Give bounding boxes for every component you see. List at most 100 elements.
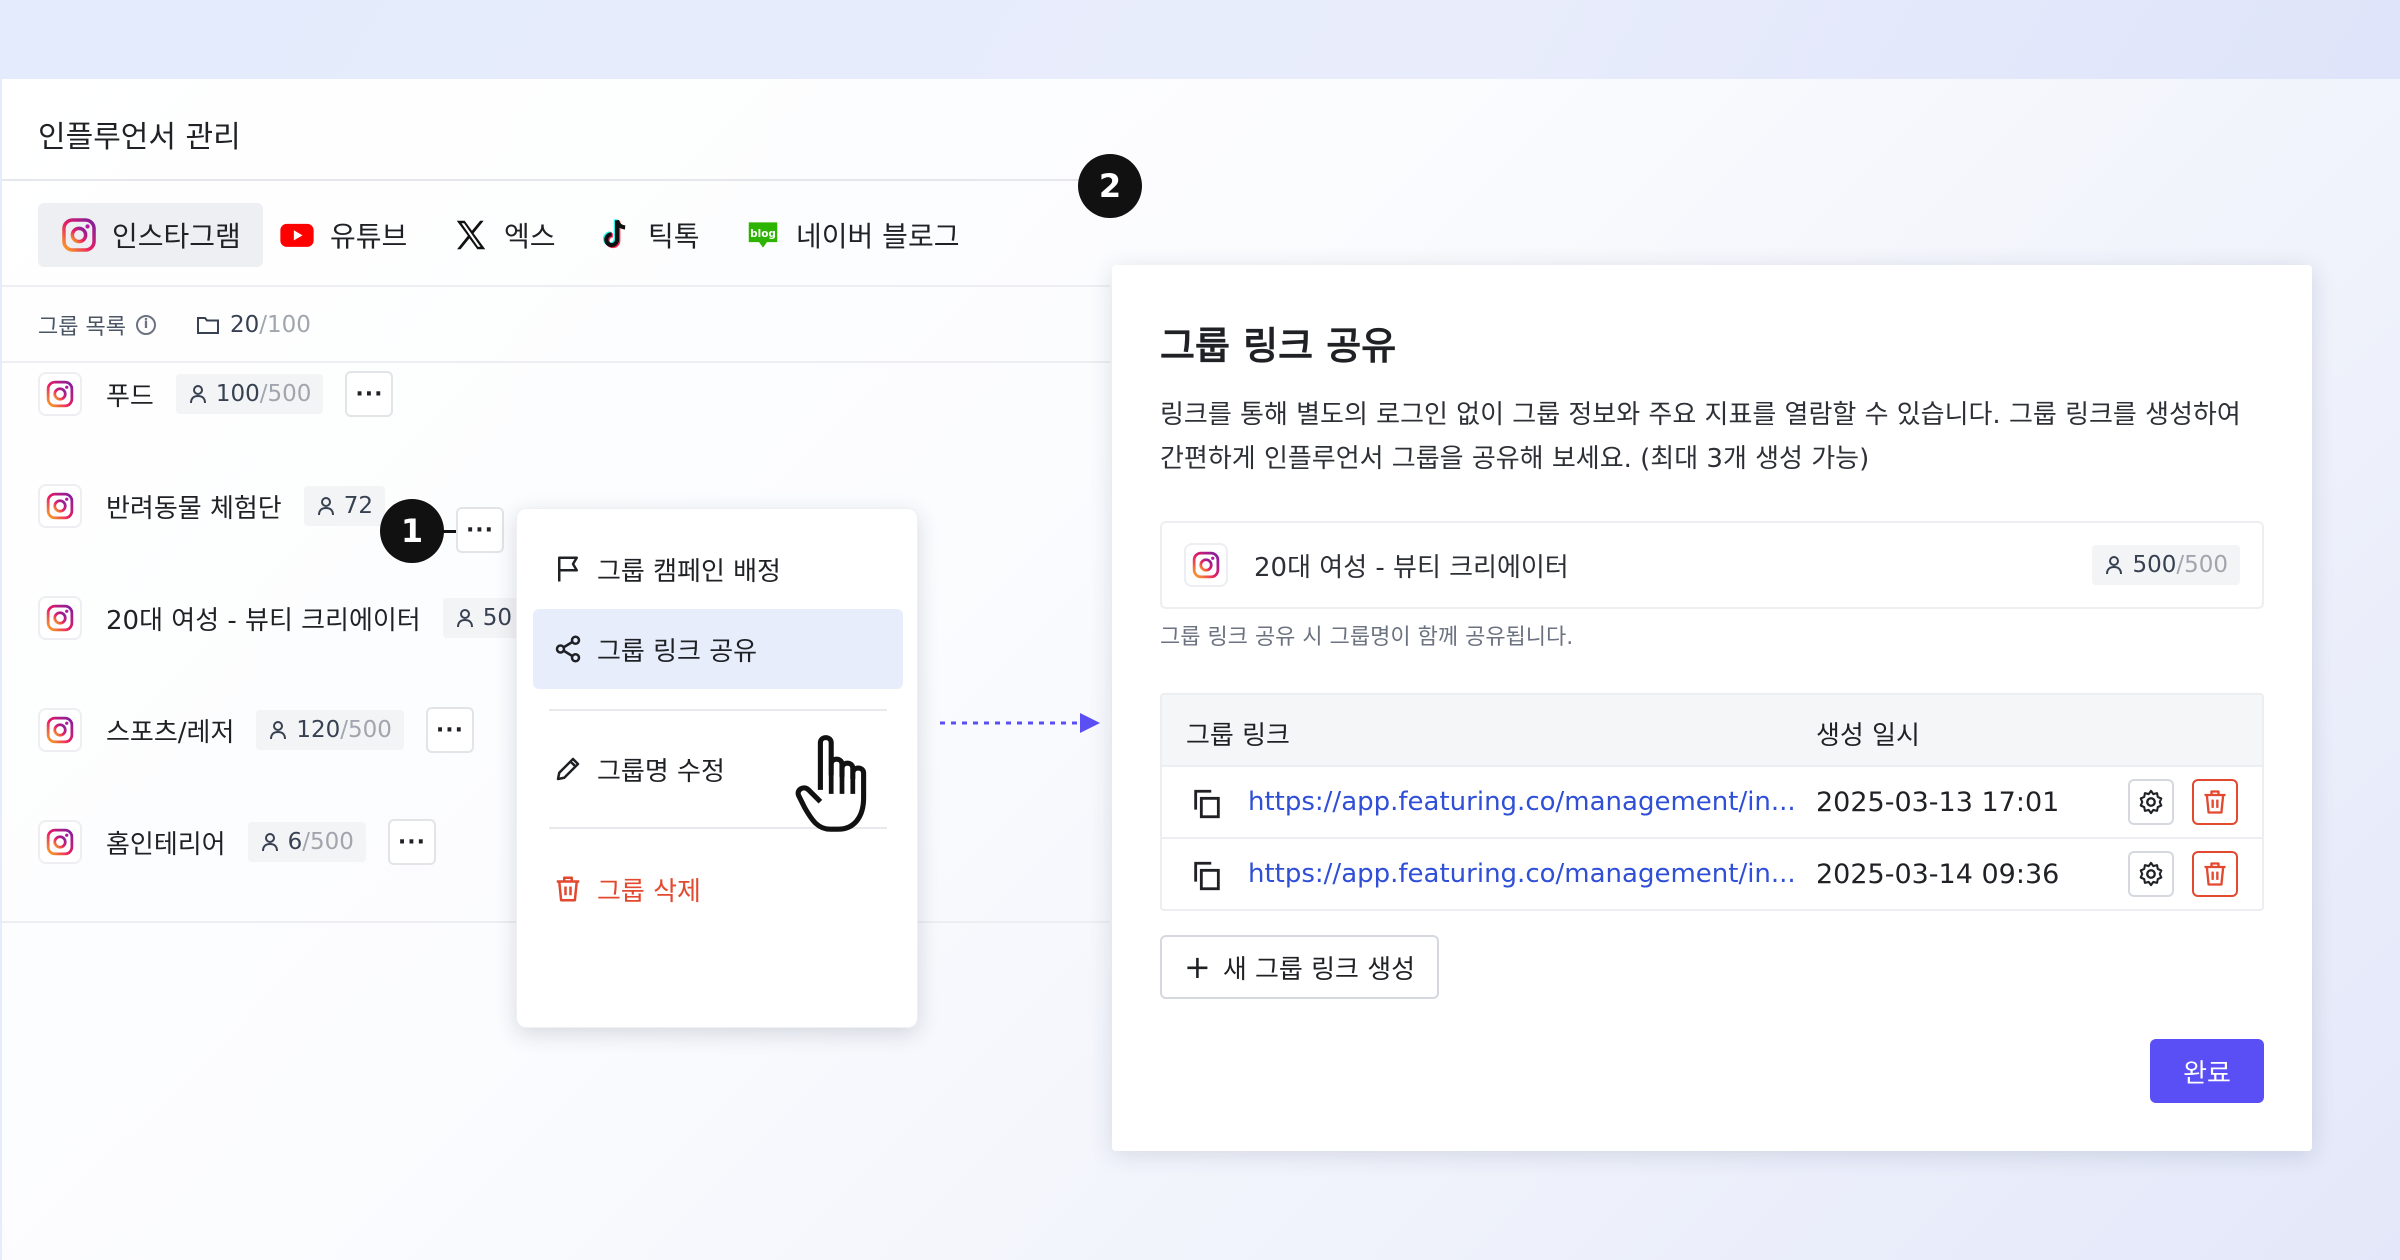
member-count: 50 bbox=[442, 598, 525, 638]
list-item[interactable]: 스포츠/레저 120/500 ··· bbox=[38, 703, 474, 757]
member-count-value: 72 bbox=[343, 493, 373, 519]
person-icon bbox=[456, 609, 473, 628]
menu-item-share-link[interactable]: 그룹 링크 공유 bbox=[533, 609, 903, 689]
tab-youtube[interactable]: 유튜브 bbox=[256, 203, 429, 267]
tab-label: 네이버 블로그 bbox=[796, 220, 960, 253]
group-list-header: 그룹 목록 i 20/100 bbox=[38, 305, 311, 345]
list-item[interactable]: 20대 여성 - 뷰티 크리에이터 50 bbox=[38, 591, 525, 645]
tab-instagram[interactable]: 인스타그램 bbox=[38, 203, 263, 267]
tab-tiktok[interactable]: 틱톡 bbox=[574, 203, 722, 267]
group-count-limit: /100 bbox=[259, 312, 311, 338]
more-button[interactable]: ··· bbox=[425, 707, 474, 753]
gear-icon bbox=[2139, 789, 2163, 815]
tiktok-icon bbox=[596, 216, 634, 254]
copy-icon[interactable] bbox=[1190, 787, 1224, 821]
member-count: 120/500 bbox=[256, 710, 404, 750]
instagram-icon bbox=[38, 708, 82, 752]
member-count-limit: /500 bbox=[340, 717, 392, 743]
group-name: 홈인테리어 bbox=[106, 829, 226, 860]
copy-icon[interactable] bbox=[1190, 859, 1224, 893]
trash-icon bbox=[2204, 862, 2226, 886]
created-date: 2025-03-14 09:36 bbox=[1816, 859, 2060, 890]
member-count-value: 6 bbox=[287, 829, 303, 855]
tab-naver-blog[interactable]: blog 네이버 블로그 bbox=[722, 203, 981, 267]
member-count-limit: /500 bbox=[2176, 552, 2228, 578]
person-icon bbox=[317, 497, 334, 516]
more-button-active[interactable]: ··· bbox=[456, 507, 504, 553]
step-badge-2: 2 bbox=[1078, 154, 1142, 218]
plus-icon: + bbox=[1184, 948, 1211, 986]
group-link-url[interactable]: https://app.featuring.co/management/in..… bbox=[1248, 787, 1796, 817]
naver-blog-icon: blog bbox=[744, 216, 782, 254]
instagram-icon bbox=[1184, 543, 1228, 587]
more-button[interactable]: ··· bbox=[345, 371, 394, 417]
group-link-url[interactable]: https://app.featuring.co/management/in..… bbox=[1248, 859, 1796, 889]
link-settings-button[interactable] bbox=[2128, 851, 2174, 897]
share-link-modal: 그룹 링크 공유 링크를 통해 별도의 로그인 없이 그룹 정보와 주요 지표를… bbox=[1112, 265, 2312, 1151]
tab-label: 틱톡 bbox=[648, 220, 700, 253]
instagram-icon bbox=[38, 372, 82, 416]
member-count-value: 100 bbox=[215, 381, 260, 407]
menu-item-label: 그룹 캠페인 배정 bbox=[597, 556, 781, 587]
tab-x[interactable]: 엑스 bbox=[430, 203, 578, 267]
modal-title: 그룹 링크 공유 bbox=[1160, 324, 1397, 368]
folder-icon bbox=[196, 317, 219, 334]
menu-item-delete[interactable]: 그룹 삭제 bbox=[533, 849, 903, 929]
modal-description: 링크를 통해 별도의 로그인 없이 그룹 정보와 주요 지표를 열람할 수 있습… bbox=[1160, 400, 2241, 474]
platform-tabs: 인스타그램 유튜브 엑스 틱톡 blog 네이버 블로그 bbox=[2, 179, 1110, 287]
app-window: 인플루언서 관리 인스타그램 유튜브 엑스 틱톡 blog 네이버 블로그 그룹… bbox=[2, 79, 2400, 1260]
menu-item-assign-campaign[interactable]: 그룹 캠페인 배정 bbox=[533, 529, 903, 609]
group-name: 20대 여성 - 뷰티 크리에이터 bbox=[1254, 553, 1569, 583]
new-link-label: 새 그룹 링크 생성 bbox=[1222, 954, 1416, 985]
menu-item-label: 그룹 삭제 bbox=[597, 876, 701, 907]
tab-label: 엑스 bbox=[504, 220, 556, 253]
member-count-value: 50 bbox=[482, 605, 513, 631]
group-name: 푸드 bbox=[106, 381, 154, 412]
instagram-icon bbox=[38, 820, 82, 864]
list-item[interactable]: 홈인테리어 6/500 ··· bbox=[38, 815, 436, 869]
link-delete-button[interactable] bbox=[2192, 851, 2238, 897]
group-list-label: 그룹 목록 bbox=[38, 315, 126, 340]
menu-item-label: 그룹명 수정 bbox=[597, 756, 725, 787]
link-table: 그룹 링크 생성 일시 https://app.featuring.co/man… bbox=[1160, 693, 2264, 911]
person-icon bbox=[189, 385, 206, 404]
dotted-arrow-icon bbox=[940, 713, 1100, 733]
list-item[interactable]: 푸드 100/500 ··· bbox=[38, 367, 394, 421]
instagram-icon bbox=[60, 216, 98, 254]
instagram-icon bbox=[38, 484, 82, 528]
column-header-link: 그룹 링크 bbox=[1186, 721, 1290, 751]
trash-icon bbox=[2204, 790, 2226, 814]
group-count: 20/100 bbox=[196, 312, 311, 338]
person-icon bbox=[2106, 556, 2123, 575]
page-title: 인플루언서 관리 bbox=[38, 120, 241, 155]
menu-item-label: 그룹 링크 공유 bbox=[597, 636, 758, 667]
group-name: 20대 여성 - 뷰티 크리에이터 bbox=[106, 605, 421, 636]
flag-icon bbox=[558, 556, 578, 582]
member-count: 72 bbox=[303, 486, 385, 526]
svg-text:blog: blog bbox=[750, 228, 776, 240]
group-name: 반려동물 체험단 bbox=[106, 493, 282, 524]
member-count: 6/500 bbox=[247, 822, 366, 862]
link-delete-button[interactable] bbox=[2192, 779, 2238, 825]
info-icon[interactable]: i bbox=[135, 315, 156, 335]
step-badge-1: 1 bbox=[380, 499, 444, 563]
link-settings-button[interactable] bbox=[2128, 779, 2174, 825]
column-header-date: 생성 일시 bbox=[1816, 721, 1920, 751]
more-button[interactable]: ··· bbox=[387, 819, 436, 865]
gear-icon bbox=[2139, 861, 2163, 887]
table-row: https://app.featuring.co/management/in..… bbox=[1162, 839, 2262, 909]
person-icon bbox=[270, 721, 287, 740]
trash-icon bbox=[556, 876, 580, 902]
new-link-button[interactable]: + 새 그룹 링크 생성 bbox=[1160, 935, 1440, 999]
divider bbox=[2, 361, 1110, 363]
list-item[interactable]: 반려동물 체험단 72 bbox=[38, 479, 385, 533]
tab-label: 인스타그램 bbox=[112, 220, 241, 253]
member-count: 500/500 bbox=[2092, 545, 2240, 585]
share-note: 그룹 링크 공유 시 그룹명이 함께 공유됩니다. bbox=[1160, 625, 1574, 650]
x-icon bbox=[452, 216, 490, 254]
member-count-value: 120 bbox=[296, 717, 341, 743]
youtube-icon bbox=[278, 216, 316, 254]
group-count-value: 20 bbox=[229, 312, 260, 338]
done-button[interactable]: 완료 bbox=[2150, 1039, 2264, 1103]
pencil-icon bbox=[556, 757, 580, 781]
